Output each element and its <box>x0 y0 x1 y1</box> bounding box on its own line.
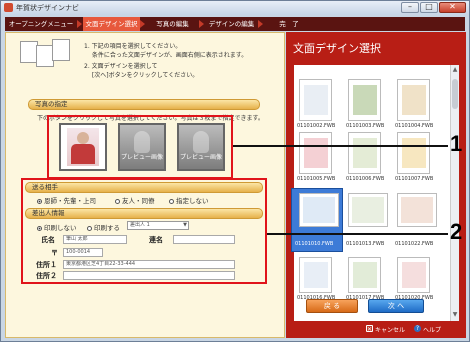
design-thumbnail[interactable] <box>397 257 430 293</box>
cancel-link[interactable]: キャンセル <box>375 325 405 334</box>
thumbnail-art <box>303 197 335 223</box>
cancel-icon: ✕ <box>366 325 373 333</box>
close-button[interactable]: ✕ <box>439 2 466 13</box>
sender-print-on[interactable]: 印刷する <box>87 222 120 232</box>
intro-line: [次へ]ボタンをクリックしてください。 <box>84 72 199 79</box>
recipient-option-none[interactable]: 指定しない <box>169 195 209 205</box>
thumbnail-art <box>353 85 377 115</box>
scroll-up-icon[interactable]: ▲ <box>451 66 459 74</box>
step-finish[interactable]: 完 了 <box>264 17 314 31</box>
thumbnail-label: 01101016.FWB <box>297 295 336 301</box>
design-thumbnail[interactable] <box>348 132 381 174</box>
callout-line-2 <box>267 233 448 235</box>
thumbnail-label: 01101005.FWB <box>297 176 336 182</box>
step-design-edit[interactable]: デザインの編集 <box>205 17 258 31</box>
thumbnail-label: 01101020.FWB <box>395 295 434 301</box>
address1-label: 住所１ <box>36 261 57 269</box>
thumbnail-art <box>402 85 426 115</box>
design-thumbnail[interactable] <box>397 79 430 121</box>
callout-number-1: 1 <box>450 131 463 156</box>
app-icon <box>4 3 13 12</box>
scroll-down-icon[interactable]: ▼ <box>451 311 459 319</box>
list-scrollbar[interactable]: ▲ ▼ <box>450 65 459 321</box>
help-icon: ? <box>414 325 421 332</box>
design-thumbnail[interactable] <box>348 79 381 121</box>
name-field[interactable]: 筆山 太郎 <box>63 235 127 244</box>
design-thumbnail[interactable] <box>348 257 381 293</box>
title-bar: 年賀状デザインナビ – □ ✕ <box>1 1 469 15</box>
callout-number-2: 2 <box>450 219 463 244</box>
intro-line: 条件に合った文面デザインが、画面右側に表示されます。 <box>84 52 248 59</box>
scroll-thumb[interactable] <box>452 79 458 109</box>
photo-section-header: 写真の指定 <box>28 99 260 110</box>
step-arrow-icon <box>258 20 263 28</box>
radio-icon <box>37 226 42 231</box>
radio-icon <box>87 226 92 231</box>
recipient-option-friend[interactable]: 友人・同僚 <box>115 195 155 205</box>
callout-highlight-1 <box>47 115 233 179</box>
back-button[interactable]: 戻 る <box>306 299 358 313</box>
step-photo-edit[interactable]: 写真の編集 <box>146 17 199 31</box>
joint-name-label: 連名 <box>149 236 163 244</box>
thumbnail-label: 01101013.FWB <box>346 241 385 247</box>
next-button[interactable]: 次 へ <box>368 299 424 313</box>
step-arrow-icon <box>77 20 82 28</box>
design-thumbnail[interactable] <box>299 79 332 121</box>
step-opening-menu[interactable]: オープニングメニュー <box>5 17 77 31</box>
sender-print-off[interactable]: 印刷しない <box>37 222 77 232</box>
postal-label: 〒 <box>51 249 58 257</box>
thumbnail-art <box>401 197 433 223</box>
thumbnail-label: 01101002.FWB <box>297 123 336 129</box>
callout-line-1 <box>233 145 448 147</box>
sender-select[interactable]: 差出人 1 ▼ <box>127 221 189 230</box>
help-link[interactable]: ヘルプ <box>423 325 441 334</box>
step-design-select[interactable]: 文面デザイン選択 <box>83 17 140 31</box>
thumbnail-label: 01101003.FWB <box>346 123 385 129</box>
address2-field[interactable] <box>63 271 235 280</box>
thumbnail-label: 01101010.FWB <box>295 241 334 247</box>
thumbnail-art <box>353 262 377 288</box>
sender-section-header: 差出人情報 <box>25 208 263 219</box>
postal-code-field[interactable]: 100-0014 <box>63 248 103 257</box>
minimize-button[interactable]: – <box>401 2 419 13</box>
design-thumbnail[interactable] <box>397 132 430 174</box>
design-thumbnail[interactable] <box>299 257 332 293</box>
thumbnail-art <box>304 85 328 115</box>
thumbnail-art <box>402 262 426 288</box>
design-thumbnail[interactable] <box>348 193 388 227</box>
radio-icon <box>115 199 120 204</box>
thumbnail-label: 01101007.FWB <box>395 176 434 182</box>
thumbnail-label: 01101004.FWB <box>395 123 434 129</box>
recipient-option-teacher[interactable]: 恩師・先輩・上司 <box>37 195 96 205</box>
panel-title: 文面デザイン選択 <box>293 42 381 55</box>
window-title: 年賀状デザインナビ <box>16 4 79 12</box>
design-thumbnail[interactable] <box>299 132 332 174</box>
thumbnail-art <box>353 138 377 168</box>
radio-icon <box>169 199 174 204</box>
step-arrow-icon <box>199 20 204 28</box>
address2-label: 住所２ <box>36 272 57 280</box>
intro-card-image <box>52 39 70 61</box>
thumbnail-art <box>304 262 328 288</box>
chevron-down-icon: ▼ <box>183 222 187 228</box>
thumbnail-label: 01101006.FWB <box>346 176 385 182</box>
radio-icon <box>37 199 42 204</box>
recipient-section-header: 送る相手 <box>25 182 263 193</box>
thumbnail-art <box>352 197 384 223</box>
name-label: 氏名 <box>41 236 55 244</box>
intro-line: 2. 文面デザインを選択して <box>84 63 158 70</box>
design-thumbnail-selected[interactable] <box>299 193 339 227</box>
step-arrow-icon <box>140 20 145 28</box>
thumbnail-art <box>402 138 426 168</box>
thumbnail-art <box>304 138 328 168</box>
joint-name-field[interactable] <box>173 235 235 244</box>
address1-field[interactable]: 東京都港区芝4丁目22-33-444 <box>63 260 235 269</box>
thumbnail-label: 01101017.FWB <box>346 295 385 301</box>
design-thumbnail[interactable] <box>397 193 437 227</box>
app-window: 年賀状デザインナビ – □ ✕ オープニングメニュー 文面デザイン選択 写真の編… <box>0 0 470 342</box>
wizard-step-bar: オープニングメニュー 文面デザイン選択 写真の編集 デザインの編集 完 了 <box>5 17 465 31</box>
thumbnail-label: 01101022.FWB <box>395 241 434 247</box>
intro-line: 1. 下記の項目を選択してください。 <box>84 43 182 50</box>
maximize-button[interactable]: □ <box>420 2 438 13</box>
